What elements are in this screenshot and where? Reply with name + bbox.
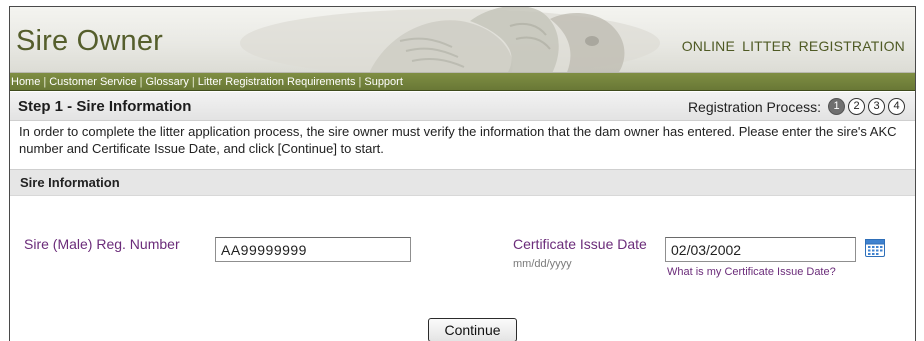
step-indicator-3: 3 [868,98,885,115]
date-format-hint: mm/dd/yyyy [513,258,572,270]
nav-customer-service[interactable]: Customer Service [49,76,136,88]
sire-reg-number-input[interactable] [215,237,411,262]
nav-glossary[interactable]: Glossary [145,76,188,88]
header-tagline: ONLINE LITTER REGISTRATION [681,38,905,54]
step-header-bar: Step 1 - Sire Information Registration P… [10,92,915,121]
step-indicator-2: 2 [848,98,865,115]
page-title: Sire Owner [16,25,164,57]
intro-instructions: In order to complete the litter applicat… [19,124,897,156]
calendar-icon[interactable] [865,239,885,257]
certificate-date-help-link[interactable]: What is my Certificate Issue Date? [667,266,836,278]
header-banner: Sire Owner ONLINE LITTER REGISTRATION [10,7,915,73]
step-title: Step 1 - Sire Information [18,98,192,115]
registration-process-indicator: Registration Process: 1 2 3 4 [688,98,905,115]
nav-separator: | [191,76,195,88]
page-frame: Sire Owner ONLINE LITTER REGISTRATION Ho… [9,6,916,341]
top-navigation: Home | Customer Service | Glossary | Litter Re… [10,73,915,91]
nav-litter-registration-requirements[interactable]: Litter Registration Requirements [198,76,356,88]
continue-button[interactable]: Continue [428,318,517,341]
nav-support[interactable]: Support [364,76,403,88]
section-title: Sire Information [20,175,120,190]
section-header: Sire Information [10,169,915,196]
step-indicator-4: 4 [888,98,905,115]
sire-reg-number-label: Sire (Male) Reg. Number [24,236,180,252]
certificate-issue-date-label: Certificate Issue Date [513,236,647,252]
nav-separator: | [43,76,47,88]
registration-process-label: Registration Process: [687,98,821,115]
nav-home[interactable]: Home [11,76,40,88]
certificate-issue-date-input[interactable] [665,237,856,262]
dog-banner-image [240,7,660,72]
step-indicator-1: 1 [828,98,845,115]
